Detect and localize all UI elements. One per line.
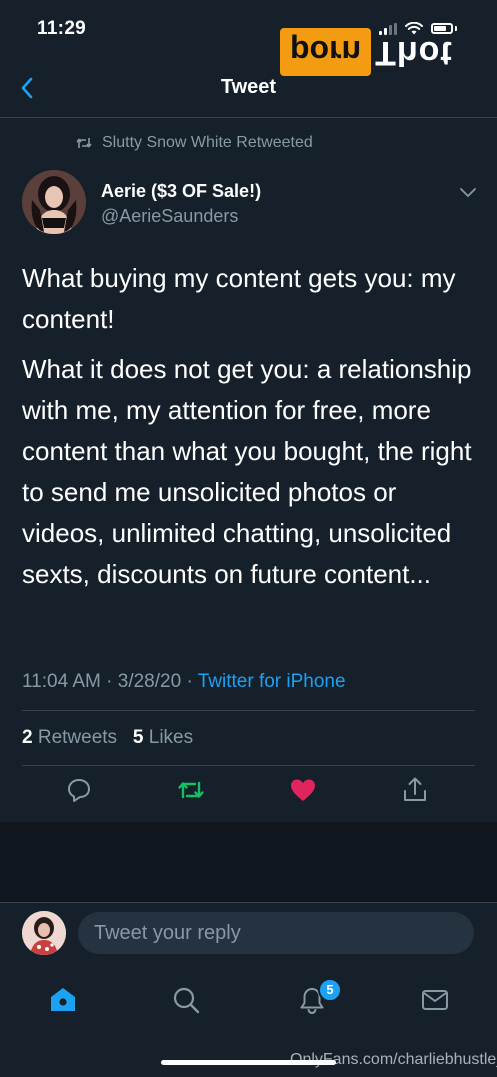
retweet-context[interactable]: Slutty Snow White Retweeted bbox=[76, 134, 313, 152]
divider bbox=[22, 710, 475, 711]
retweets-label: Retweets bbox=[37, 727, 118, 748]
divider bbox=[22, 765, 475, 766]
retweet-icon bbox=[76, 138, 92, 148]
chevron-down-icon[interactable] bbox=[458, 184, 478, 200]
likes-count: 5 bbox=[132, 727, 144, 748]
author-avatar[interactable] bbox=[22, 170, 86, 234]
status-time: 11:29 bbox=[37, 18, 87, 39]
retweets-stat[interactable]: 2 Retweets bbox=[22, 727, 117, 748]
share-icon[interactable] bbox=[400, 775, 430, 805]
likes-stat[interactable]: 5 Likes bbox=[133, 727, 193, 748]
search-icon[interactable] bbox=[171, 985, 201, 1015]
reply-icon[interactable] bbox=[64, 775, 94, 805]
like-icon[interactable] bbox=[288, 775, 318, 805]
meta-separator: · bbox=[106, 671, 113, 692]
user-avatar-image bbox=[22, 911, 66, 955]
retweets-count: 2 bbox=[22, 727, 33, 748]
tweet-time: 11:04 AM bbox=[22, 671, 101, 692]
tweet-actions bbox=[0, 775, 497, 811]
meta-separator: · bbox=[186, 671, 193, 692]
author-name[interactable]: Aerie ($3 OF Sale!) bbox=[101, 181, 261, 202]
tweet-text: What buying my content gets you: my cont… bbox=[22, 258, 477, 595]
likes-label: Likes bbox=[148, 727, 194, 748]
page-title: Tweet bbox=[220, 76, 277, 98]
home-icon[interactable] bbox=[48, 985, 78, 1015]
empty-replies-area bbox=[0, 822, 497, 902]
retweet-action-icon[interactable] bbox=[176, 775, 206, 805]
avatar-image bbox=[22, 170, 86, 234]
tweet-date: 3/28/20 bbox=[117, 671, 182, 692]
messages-icon[interactable] bbox=[420, 985, 450, 1015]
retweet-context-label: Slutty Snow White Retweeted bbox=[102, 134, 313, 151]
user-avatar[interactable] bbox=[22, 911, 66, 955]
author-handle[interactable]: @AerieSaunders bbox=[101, 206, 238, 227]
tweet-paragraph: What buying my content gets you: my cont… bbox=[22, 263, 456, 334]
notifications-badge: 5 bbox=[318, 978, 342, 1002]
tweet-meta: 11:04 AM · 3/28/20 · Twitter for iPhone bbox=[22, 671, 346, 693]
tweet-paragraph: What it does not get you: a relationship… bbox=[22, 354, 472, 589]
tweet-stats: 2 Retweets 5 Likes bbox=[22, 727, 193, 749]
reply-input[interactable]: Tweet your reply bbox=[78, 912, 474, 954]
tweet-source-link[interactable]: Twitter for iPhone bbox=[198, 671, 346, 692]
battery-nub bbox=[455, 26, 457, 31]
home-indicator[interactable] bbox=[161, 1060, 336, 1065]
